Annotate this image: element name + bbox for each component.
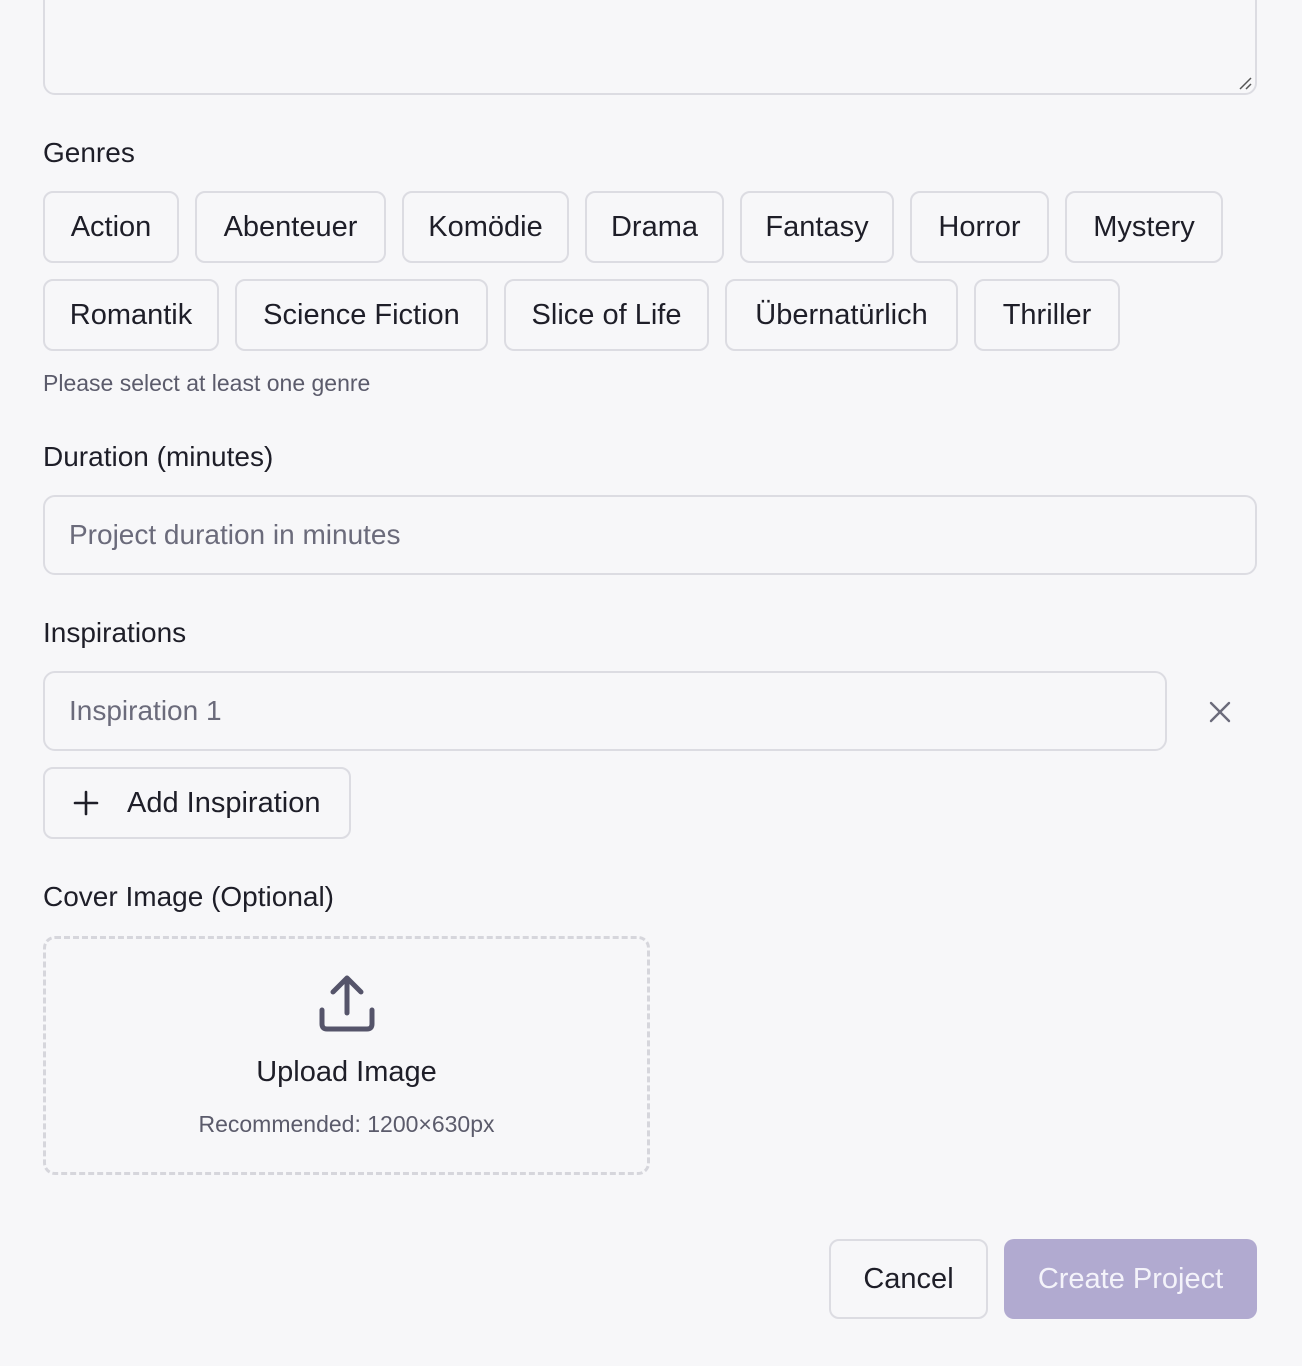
close-icon (1209, 701, 1231, 723)
duration-label: Duration (minutes) (43, 441, 274, 472)
upload-icon (319, 975, 375, 1032)
genre-horror-button[interactable]: Horror (910, 191, 1049, 263)
genre-abenteuer-button[interactable]: Abenteuer (195, 191, 386, 263)
add-inspiration-button[interactable]: Add Inspiration (43, 767, 351, 839)
cover-image-label: Cover Image (Optional) (43, 881, 335, 912)
inspirations-label: Inspirations (43, 617, 187, 648)
create-project-button[interactable]: Create Project (1004, 1239, 1257, 1319)
add-inspiration-label: Add Inspiration (127, 786, 321, 819)
genre-komoedie-button[interactable]: Komödie (402, 191, 569, 263)
upload-image-dropzone[interactable]: Upload Image Recommended: 1200×630px (43, 936, 650, 1175)
genre-mystery-button[interactable]: Mystery (1065, 191, 1223, 263)
create-project-form: Genres Action Abenteuer Komödie Drama Fa… (0, 0, 1302, 1366)
remove-inspiration-button[interactable] (1200, 692, 1240, 732)
genre-fantasy-button[interactable]: Fantasy (740, 191, 894, 263)
genre-slice-of-life-button[interactable]: Slice of Life (504, 279, 709, 351)
genre-drama-button[interactable]: Drama (585, 191, 724, 263)
genre-romantik-button[interactable]: Romantik (43, 279, 219, 351)
genre-thriller-button[interactable]: Thriller (974, 279, 1120, 351)
genre-hint: Please select at least one genre (43, 370, 371, 396)
resize-handle-icon[interactable] (1238, 76, 1252, 90)
duration-input[interactable] (43, 495, 1257, 575)
upload-title: Upload Image (256, 1056, 437, 1088)
genre-science-fiction-button[interactable]: Science Fiction (235, 279, 488, 351)
description-textarea[interactable] (43, 0, 1257, 95)
genre-action-button[interactable]: Action (43, 191, 179, 263)
inspiration-input-1[interactable] (43, 671, 1167, 751)
genres-label: Genres (43, 137, 135, 168)
plus-icon (73, 790, 99, 816)
cancel-button[interactable]: Cancel (829, 1239, 988, 1319)
genre-uebernatuerlich-button[interactable]: Übernatürlich (725, 279, 958, 351)
upload-hint: Recommended: 1200×630px (198, 1111, 495, 1137)
